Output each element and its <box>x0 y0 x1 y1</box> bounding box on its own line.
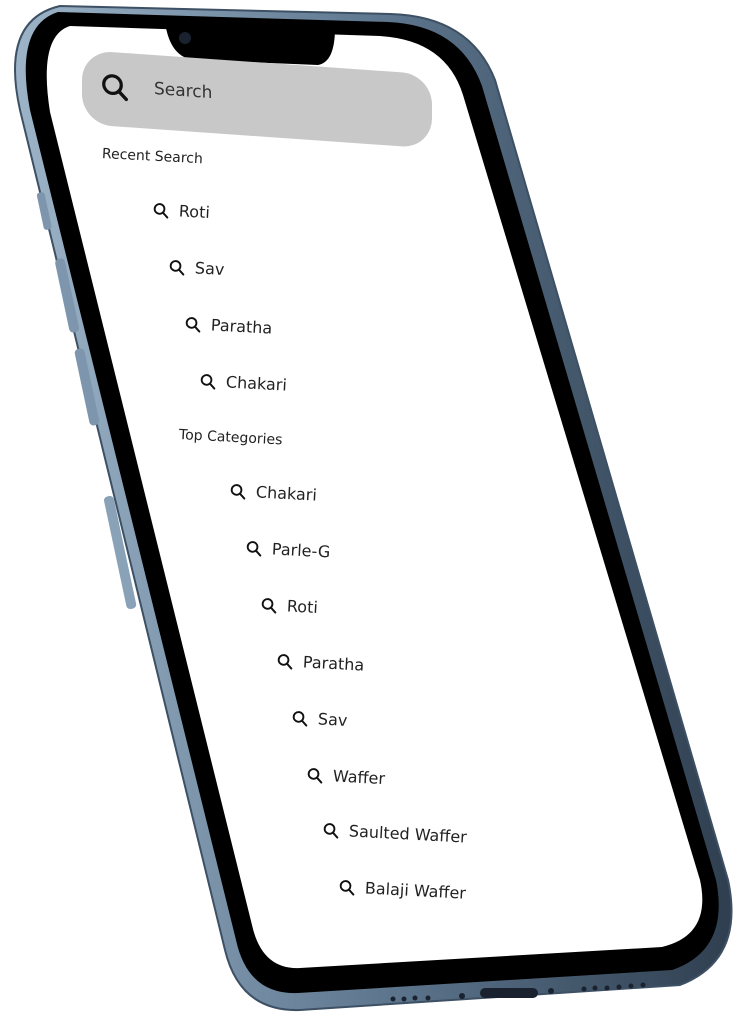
category-item[interactable]: Saulted Waffer <box>322 820 468 847</box>
search-icon <box>200 373 216 390</box>
top-categories-heading: Top Categories <box>178 427 283 449</box>
category-item-label: Roti <box>286 596 319 618</box>
search-icon <box>102 74 128 102</box>
search-icon <box>153 202 169 219</box>
search-icon <box>307 767 323 784</box>
category-item[interactable]: Chakari <box>229 481 318 505</box>
category-item-label: Saulted Waffer <box>348 821 468 847</box>
search-bar[interactable]: Search <box>82 50 432 149</box>
search-icon <box>277 653 293 670</box>
search-icon <box>261 597 277 614</box>
recent-item[interactable]: Chakari <box>199 371 288 395</box>
category-item[interactable]: Parle-G <box>245 538 331 561</box>
search-input[interactable]: Search <box>154 79 212 103</box>
search-icon <box>339 879 355 896</box>
recent-item[interactable]: Sav <box>168 257 225 279</box>
category-item-label: Parle-G <box>271 539 331 562</box>
category-item-label: Sav <box>317 709 348 730</box>
search-icon <box>230 483 246 500</box>
search-screen: Search Recent Search Roti Sav Paratha Ch… <box>0 0 737 1020</box>
category-item[interactable]: Roti <box>260 595 319 618</box>
recent-item-label: Sav <box>194 258 225 279</box>
recent-item[interactable]: Paratha <box>184 314 273 338</box>
category-item-label: Balaji Waffer <box>364 878 467 903</box>
category-item[interactable]: Paratha <box>276 651 365 675</box>
recent-item-label: Chakari <box>225 372 288 395</box>
recent-item-label: Paratha <box>210 315 273 338</box>
search-icon <box>169 259 185 276</box>
category-item-label: Waffer <box>332 766 386 789</box>
search-icon <box>323 822 339 839</box>
category-item-label: Paratha <box>302 652 365 675</box>
category-item-label: Chakari <box>255 482 318 505</box>
category-item[interactable]: Sav <box>291 708 348 730</box>
category-item[interactable]: Waffer <box>306 765 386 789</box>
search-icon <box>185 316 201 333</box>
search-icon <box>292 710 308 727</box>
recent-item[interactable]: Roti <box>152 200 211 223</box>
recent-search-heading: Recent Search <box>101 146 204 168</box>
search-icon <box>246 540 262 557</box>
recent-item-label: Roti <box>178 201 211 223</box>
category-item[interactable]: Balaji Waffer <box>338 877 467 903</box>
